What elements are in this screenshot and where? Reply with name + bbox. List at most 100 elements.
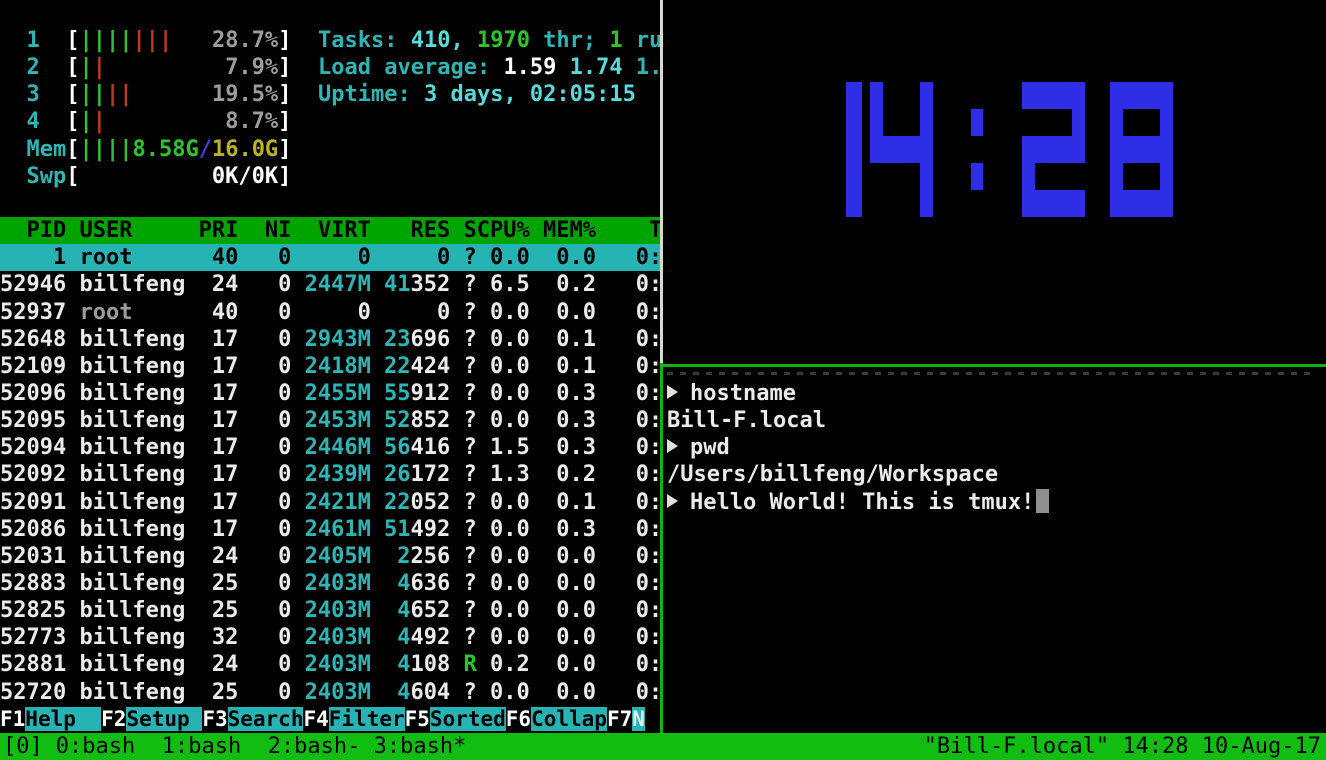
table-cell: 0.0 <box>530 244 596 271</box>
process-row[interactable]: 52031billfeng2402405M2256?0.00.00: <box>0 543 663 570</box>
table-cell: 0: <box>596 570 662 597</box>
info-segment: 1. <box>636 55 663 80</box>
table-cell: 0: <box>596 597 662 624</box>
res-thousands: 4 <box>397 624 410 651</box>
res-thousands: 22 <box>384 489 411 516</box>
res-thousands: 52 <box>384 407 411 434</box>
prompt-arrow-icon <box>667 385 678 399</box>
table-cell: 2403M <box>291 570 370 597</box>
tmux-window-3:bash[interactable]: 3:bash* <box>374 734 467 759</box>
process-row[interactable]: 52720billfeng2502403M4604?0.00.00: <box>0 679 663 706</box>
table-cell: 0: <box>596 380 662 407</box>
info-segment: Tasks: <box>318 28 411 53</box>
fkey-item-f4[interactable]: F4Filter <box>303 706 404 733</box>
process-row[interactable]: 52648billfeng1702943M23696?0.00.10: <box>0 326 663 353</box>
clock-segment <box>920 163 933 190</box>
table-cell: ? <box>450 299 476 326</box>
process-row[interactable]: 52109billfeng1702418M22424?0.00.10: <box>0 353 663 380</box>
table-cell: 0.3 <box>530 516 596 543</box>
fkey-item-f2[interactable]: F2Setup <box>101 706 202 733</box>
table-cell: billfeng <box>79 516 198 543</box>
process-row[interactable]: 52883billfeng2502403M4636?0.00.00: <box>0 570 663 597</box>
table-cell: 0.0 <box>477 244 530 271</box>
table-cell: 0.0 <box>477 679 530 706</box>
table-cell: billfeng <box>79 461 198 488</box>
res-remainder: 256 <box>411 543 451 570</box>
tmux-status-bar: [0]0:bash 1:bash 2:bash- 3:bash* "Bill-F… <box>0 733 1326 760</box>
column-header-s[interactable]: S <box>450 217 476 244</box>
pane-border-vertical-active[interactable] <box>660 363 663 733</box>
process-row[interactable]: 52881billfeng2402403M4108R0.20.00: <box>0 651 663 678</box>
clock-segment <box>920 82 933 109</box>
table-cell: 41352 <box>371 271 450 298</box>
table-cell: 0.0 <box>477 624 530 651</box>
fkey-item-f5[interactable]: F5Sorted <box>405 706 506 733</box>
process-row[interactable]: 1root40000?0.00.00: <box>0 244 663 271</box>
table-cell: 0 <box>291 299 370 326</box>
table-cell: 0 <box>371 299 450 326</box>
tmux-window-0:bash[interactable]: 0:bash <box>56 734 149 759</box>
shell-pane[interactable]: hostnameBill-F.localpwd/Users/billfeng/W… <box>667 380 1322 516</box>
meter-percent: 8.7% <box>106 109 278 134</box>
process-row[interactable]: 52825billfeng2502403M4652?0.00.00: <box>0 597 663 624</box>
table-cell: ? <box>450 244 476 271</box>
clock-segment <box>971 163 983 190</box>
table-cell: 52946 <box>0 271 66 298</box>
tasks-line: Tasks: 410, 1970 thr; 1 ru <box>318 27 662 54</box>
shell-output-text: Bill-F.local <box>667 408 826 433</box>
column-header-virt[interactable]: VIRT <box>291 217 370 244</box>
process-row[interactable]: 52773billfeng3202403M4492?0.00.00: <box>0 624 663 651</box>
process-row[interactable]: 52095billfeng1702453M52852?0.00.30: <box>0 407 663 434</box>
table-cell: 52094 <box>0 434 66 461</box>
table-cell: 0 <box>238 461 291 488</box>
fkey-label: Help <box>25 707 101 731</box>
table-cell: 40 <box>199 299 239 326</box>
column-header-pid[interactable]: PID <box>0 217 66 244</box>
pane-border-horizontal-active[interactable] <box>663 364 1326 367</box>
table-cell: 0.0 <box>530 543 596 570</box>
pane-border-vertical[interactable] <box>660 0 663 363</box>
process-row[interactable]: 52094billfeng1702446M56416?1.50.30: <box>0 434 663 461</box>
info-segment: thr; <box>530 28 609 53</box>
column-header-res[interactable]: RES <box>371 217 450 244</box>
uptime-line: Uptime: 3 days, 02:05:15 <box>318 81 662 108</box>
column-header-t[interactable]: T <box>596 217 662 244</box>
column-header-cpu[interactable]: CPU% <box>477 217 530 244</box>
process-row[interactable]: 52092billfeng1702439M26172?1.30.20: <box>0 461 663 488</box>
info-segment: 1.74 <box>570 55 636 80</box>
column-header-mem[interactable]: MEM% <box>530 217 596 244</box>
column-header-ni[interactable]: NI <box>238 217 291 244</box>
shell-command-line: Hello World! This is tmux! <box>667 489 1322 516</box>
table-cell: 2256 <box>371 543 450 570</box>
process-row[interactable]: 52086billfeng1702461M51492?0.00.30: <box>0 516 663 543</box>
column-header-pri[interactable]: PRI <box>199 217 239 244</box>
fkey-item-f7[interactable]: F7N <box>607 706 645 733</box>
table-cell: 0.1 <box>530 353 596 380</box>
table-cell: 23696 <box>371 326 450 353</box>
table-cell: 2453M <box>291 407 370 434</box>
tmux-window-2:bash[interactable]: 2:bash- <box>268 734 361 759</box>
table-cell: 2403M <box>291 651 370 678</box>
fkey-item-f1[interactable]: F1Help <box>0 706 101 733</box>
process-row[interactable]: 52946billfeng2402447M41352?6.50.20: <box>0 271 663 298</box>
cpu-meter-3: 3 [|||| 19.5%] <box>0 81 291 108</box>
table-cell: 0.0 <box>477 516 530 543</box>
fkey-item-f6[interactable]: F6Collap <box>506 706 607 733</box>
table-cell: 0 <box>291 244 370 271</box>
table-cell: 0: <box>596 516 662 543</box>
table-cell: billfeng <box>79 353 198 380</box>
process-row[interactable]: 52091billfeng1702421M22052?0.00.10: <box>0 489 663 516</box>
table-cell: 0.3 <box>530 434 596 461</box>
column-header-user[interactable]: USER <box>79 217 198 244</box>
fkey-item-f3[interactable]: F3Search <box>202 706 303 733</box>
process-row[interactable]: 52937root40000?0.00.00: <box>0 299 663 326</box>
table-cell: 0: <box>596 434 662 461</box>
table-cell: 52086 <box>0 516 66 543</box>
fkey-label: Collap <box>531 707 607 731</box>
res-remainder: 352 <box>411 271 451 298</box>
table-cell: 51492 <box>371 516 450 543</box>
process-row[interactable]: 52096billfeng1702455M55912?0.00.30: <box>0 380 663 407</box>
tmux-window-1:bash[interactable]: 1:bash <box>162 734 255 759</box>
table-cell: billfeng <box>79 271 198 298</box>
table-cell: billfeng <box>79 597 198 624</box>
